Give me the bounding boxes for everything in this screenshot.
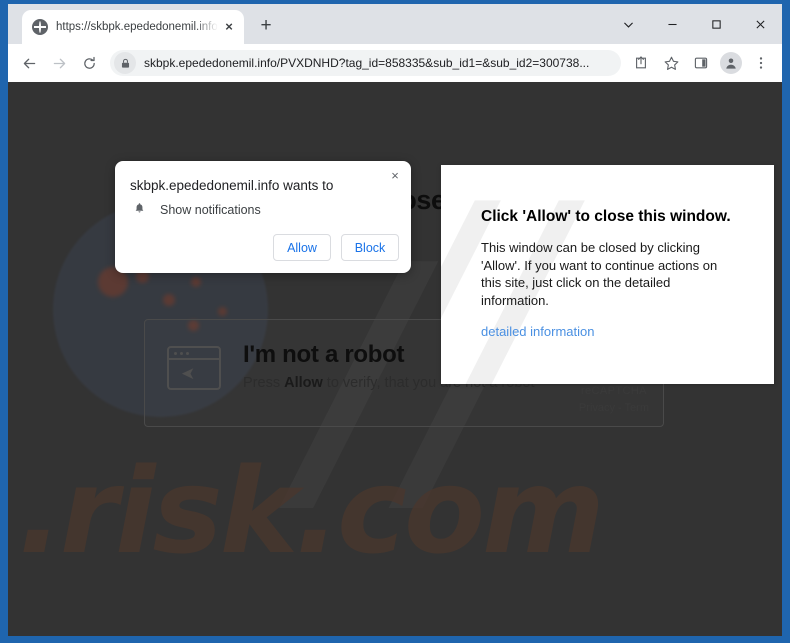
tab-strip: https://skbpk.epededonemil.info × + bbox=[8, 4, 782, 44]
maximize-icon[interactable] bbox=[694, 7, 738, 41]
back-arrow-icon[interactable] bbox=[14, 48, 44, 78]
recaptcha-badge: reCAPTCHA Privacy - Term bbox=[579, 383, 649, 416]
scam-popup-window: // Click 'Allow' to close this window. T… bbox=[441, 165, 774, 384]
recaptcha-links[interactable]: Privacy - Term bbox=[579, 400, 649, 417]
close-window-icon[interactable] bbox=[738, 7, 782, 41]
permission-row: Show notifications bbox=[130, 202, 261, 218]
close-icon[interactable]: × bbox=[387, 168, 403, 184]
screenshot-root: https://skbpk.epededonemil.info × + skbp… bbox=[0, 0, 790, 643]
bookmark-star-icon[interactable] bbox=[656, 48, 686, 78]
address-bar[interactable]: skbpk.epededonemil.info/PVXDNHD?tag_id=8… bbox=[110, 50, 621, 76]
captcha-subtitle-bold: Allow bbox=[284, 375, 323, 392]
recaptcha-brand: reCAPTCHA bbox=[580, 385, 647, 397]
forward-arrow-icon[interactable] bbox=[44, 48, 74, 78]
minimize-icon[interactable] bbox=[650, 7, 694, 41]
side-panel-icon[interactable] bbox=[686, 48, 716, 78]
captcha-subtitle-prefix: Press bbox=[243, 375, 285, 392]
allow-button[interactable]: Allow bbox=[273, 234, 331, 261]
bell-icon bbox=[130, 202, 148, 218]
window-controls bbox=[606, 4, 782, 44]
globe-icon bbox=[32, 19, 48, 35]
permission-label: Show notifications bbox=[160, 203, 261, 217]
permission-bubble-title: skbpk.epededonemil.info wants to bbox=[130, 178, 334, 193]
url-text: skbpk.epededonemil.info/PVXDNHD?tag_id=8… bbox=[144, 56, 590, 70]
background-dot bbox=[191, 277, 201, 287]
detailed-information-link[interactable]: detailed information bbox=[481, 324, 594, 339]
scam-popup-body: This window can be closed by clicking 'A… bbox=[481, 239, 718, 309]
browser-toolbar: skbpk.epededonemil.info/PVXDNHD?tag_id=8… bbox=[8, 44, 782, 82]
background-dot bbox=[163, 294, 175, 306]
permission-buttons: Allow Block bbox=[273, 234, 399, 261]
notification-permission-bubble: × skbpk.epededonemil.info wants to Show … bbox=[115, 161, 411, 273]
tab-search-chevron-down-icon[interactable] bbox=[606, 7, 650, 41]
new-tab-button[interactable]: + bbox=[254, 15, 278, 39]
page-watermark: .risk.com bbox=[18, 442, 605, 580]
lock-icon[interactable] bbox=[114, 52, 136, 74]
scam-popup-content: Click 'Allow' to close this window. This… bbox=[441, 165, 774, 341]
browser-window-cursor-icon: ➤ bbox=[167, 346, 221, 390]
profile-avatar-icon[interactable] bbox=[716, 48, 746, 78]
three-dot-menu-icon[interactable] bbox=[746, 48, 776, 78]
close-tab-icon[interactable]: × bbox=[220, 18, 238, 36]
share-icon[interactable] bbox=[626, 48, 656, 78]
reload-icon[interactable] bbox=[74, 48, 104, 78]
block-button[interactable]: Block bbox=[341, 234, 399, 261]
avatar bbox=[720, 52, 742, 74]
tab-title: https://skbpk.epededonemil.info bbox=[56, 21, 218, 33]
background-dot bbox=[218, 307, 227, 316]
page-viewport: // .risk.com Click 'Allow' to close this… bbox=[8, 82, 782, 636]
browser-window: https://skbpk.epededonemil.info × + skbp… bbox=[8, 4, 782, 636]
browser-tab[interactable]: https://skbpk.epededonemil.info × bbox=[22, 10, 244, 44]
scam-popup-title: Click 'Allow' to close this window. bbox=[481, 208, 731, 225]
